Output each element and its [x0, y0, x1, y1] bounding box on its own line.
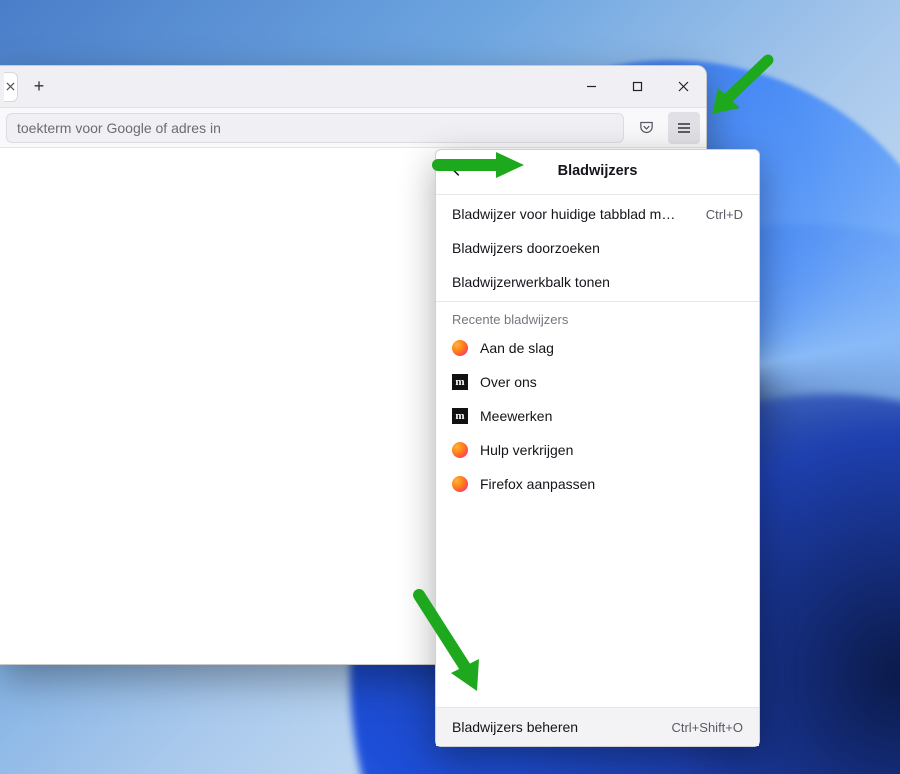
menu-footer: Bladwijzers beheren Ctrl+Shift+O	[436, 707, 759, 746]
mozilla-favicon-icon: m	[452, 374, 468, 390]
recent-bookmark-item[interactable]: m Meewerken	[436, 399, 759, 433]
bookmark-label: Meewerken	[480, 408, 743, 424]
bookmark-label: Aan de slag	[480, 340, 743, 356]
mozilla-favicon-icon: m	[452, 408, 468, 424]
recent-bookmark-item[interactable]: Aan de slag	[436, 331, 759, 365]
recent-bookmark-item[interactable]: Hulp verkrijgen	[436, 433, 759, 467]
firefox-favicon-icon	[452, 476, 468, 492]
window-minimize-button[interactable]	[568, 66, 614, 108]
menu-item-label: Bladwijzer voor huidige tabblad m…	[452, 206, 694, 222]
address-bar-placeholder: toekterm voor Google of adres in	[17, 120, 221, 136]
shortcut-label: Ctrl+Shift+O	[671, 720, 743, 735]
bookmark-current-tab-item[interactable]: Bladwijzer voor huidige tabblad m… Ctrl+…	[436, 197, 759, 231]
bookmark-label: Firefox aanpassen	[480, 476, 743, 492]
menu-title: Bladwijzers	[558, 163, 638, 179]
window-close-button[interactable]	[660, 66, 706, 108]
window-maximize-button[interactable]	[614, 66, 660, 108]
address-bar[interactable]: toekterm voor Google of adres in	[6, 113, 624, 143]
tab-strip: +	[0, 66, 706, 108]
active-tab-close[interactable]	[4, 72, 18, 102]
menu-item-label: Bladwijzerwerkbalk tonen	[452, 274, 743, 290]
bookmark-label: Over ons	[480, 374, 743, 390]
recent-bookmark-item[interactable]: Firefox aanpassen	[436, 467, 759, 501]
bookmark-label: Hulp verkrijgen	[480, 442, 743, 458]
separator	[436, 194, 759, 195]
annotation-arrow	[405, 589, 495, 699]
window-controls	[568, 66, 706, 108]
search-bookmarks-item[interactable]: Bladwijzers doorzoeken	[436, 231, 759, 265]
annotation-arrow	[432, 148, 528, 182]
separator	[436, 301, 759, 302]
new-tab-button[interactable]: +	[24, 72, 54, 102]
firefox-favicon-icon	[452, 442, 468, 458]
app-menu-button[interactable]	[668, 112, 700, 144]
manage-bookmarks-item[interactable]: Bladwijzers beheren Ctrl+Shift+O	[436, 708, 759, 746]
annotation-arrow	[706, 54, 776, 118]
show-bookmarks-toolbar-item[interactable]: Bladwijzerwerkbalk tonen	[436, 265, 759, 299]
pocket-icon[interactable]	[630, 112, 662, 144]
menu-item-label: Bladwijzers doorzoeken	[452, 240, 743, 256]
menu-item-label: Bladwijzers beheren	[452, 719, 659, 735]
navigation-toolbar: toekterm voor Google of adres in	[0, 108, 706, 148]
shortcut-label: Ctrl+D	[706, 207, 743, 222]
recent-bookmarks-heading: Recente bladwijzers	[436, 304, 759, 331]
firefox-favicon-icon	[452, 340, 468, 356]
recent-bookmark-item[interactable]: m Over ons	[436, 365, 759, 399]
